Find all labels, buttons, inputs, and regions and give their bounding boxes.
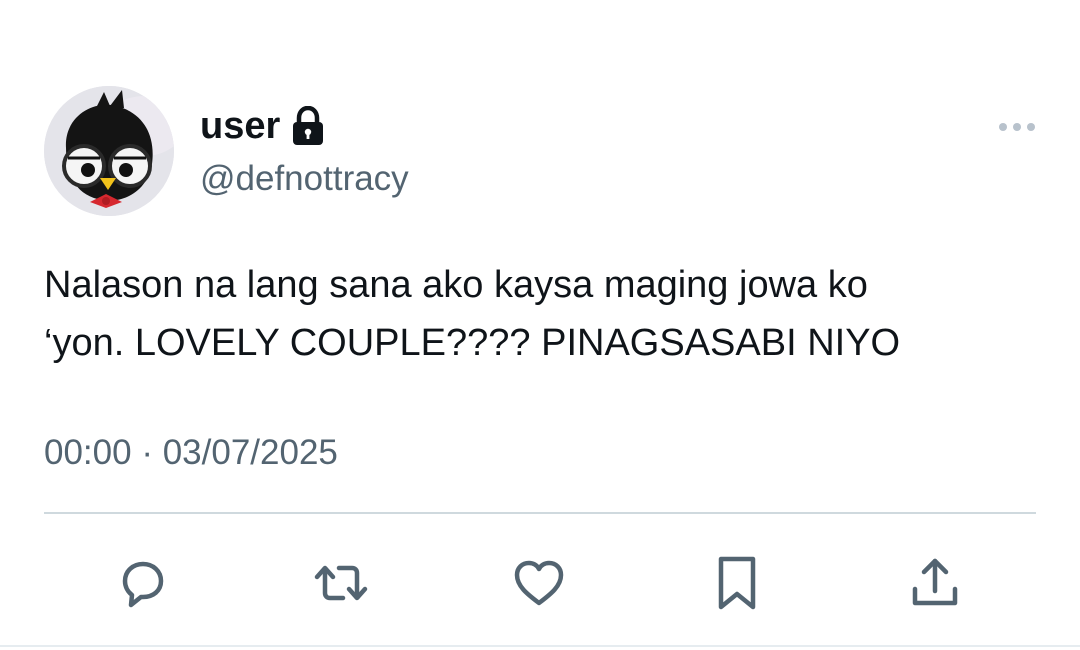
heart-icon — [514, 560, 564, 606]
share-button[interactable] — [900, 548, 970, 618]
tweet-timestamp[interactable]: 00:00 · 03/07/2025 — [44, 432, 338, 474]
display-name-row[interactable]: user — [200, 104, 326, 148]
tweet-time[interactable]: 00:00 — [44, 433, 132, 472]
retweet-icon — [314, 565, 368, 601]
tweet-date[interactable]: 03/07/2025 — [163, 433, 338, 472]
divider — [44, 512, 1036, 514]
action-bar — [0, 548, 1080, 618]
more-options-icon[interactable] — [996, 116, 1038, 138]
tweet-text: Nalason na lang sana ako kaysa maging jo… — [44, 264, 901, 364]
reply-button[interactable] — [108, 548, 178, 618]
user-handle[interactable]: @defnottracy — [200, 158, 409, 200]
bottom-border — [0, 645, 1080, 647]
avatar-image — [44, 86, 174, 216]
tweet-card: user @defnottracy Nalason na lang sana a… — [0, 0, 1080, 650]
share-icon — [912, 558, 958, 606]
reply-icon — [122, 561, 164, 608]
bookmark-icon — [718, 556, 756, 610]
bookmark-button[interactable] — [702, 548, 772, 618]
like-button[interactable] — [504, 548, 574, 618]
lock-icon — [290, 105, 326, 146]
display-name[interactable]: user — [200, 104, 280, 148]
retweet-button[interactable] — [306, 548, 376, 618]
avatar[interactable] — [44, 86, 174, 216]
meta-separator: · — [141, 433, 153, 472]
